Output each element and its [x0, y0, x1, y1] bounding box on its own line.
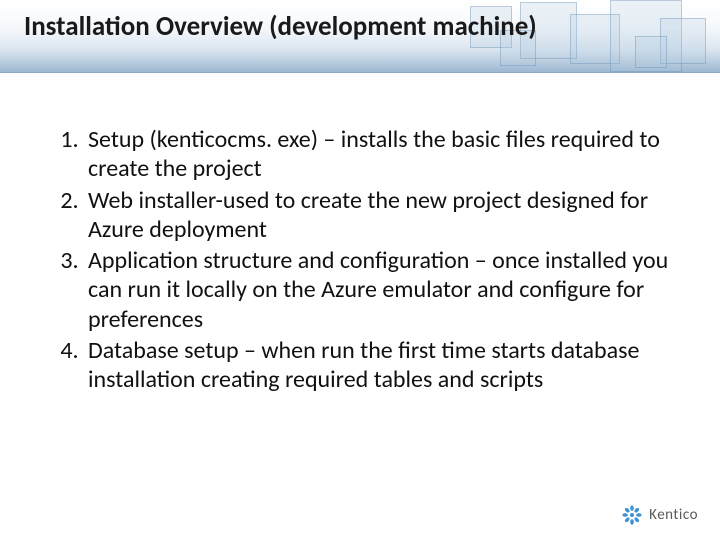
slide-body: Setup (kenticocms. exe) – installs the b…	[0, 73, 720, 394]
steps-list: Setup (kenticocms. exe) – installs the b…	[44, 125, 676, 394]
list-item: Setup (kenticocms. exe) – installs the b…	[84, 125, 676, 184]
list-item: Database setup – when run the first time…	[84, 336, 676, 395]
kentico-icon	[621, 504, 643, 526]
slide-title: Installation Overview (development machi…	[24, 10, 537, 43]
slide-header: Installation Overview (development machi…	[0, 0, 720, 73]
list-item: Application structure and configuration …	[84, 246, 676, 334]
brand-name: Kentico	[649, 506, 698, 524]
list-item: Web installer-used to create the new pro…	[84, 186, 676, 245]
brand-logo: Kentico	[621, 504, 698, 526]
